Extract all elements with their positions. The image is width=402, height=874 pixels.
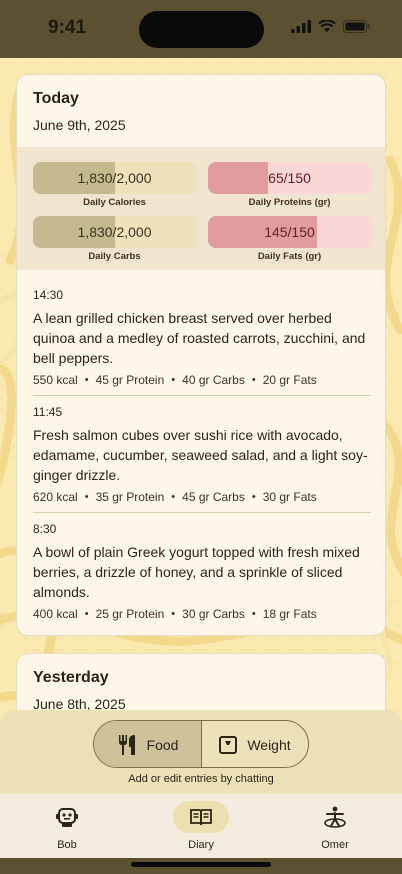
fats-value: 145/150 [264,224,315,240]
status-time: 9:41 [48,17,87,38]
entry-time: 11:45 [33,405,63,419]
entry-composer: Food Weight Add or edit entries by chatt… [0,710,402,794]
separator-dot: • [84,491,89,503]
entry-kcal: 400 kcal [33,607,78,621]
entry-fats: 20 gr Fats [262,373,317,387]
carbs-stat: 1,830/2,000 Daily Carbs [33,216,196,262]
entry-kcal: 550 kcal [33,373,78,387]
robot-icon [56,808,78,827]
nav-item-diary[interactable]: Diary [151,794,251,858]
food-segment-button[interactable]: Food [94,721,201,767]
signal-icon [291,20,311,33]
food-segment-label: Food [146,737,179,753]
fats-label: Daily Fats (gr) [257,251,322,262]
separator-dot: • [171,608,176,620]
diary-entry[interactable]: 11:45 Fresh salmon cubes over sushi rice… [33,405,371,504]
separator-dot: • [84,608,89,620]
battery-icon [343,20,370,33]
separator-dot: • [171,374,176,386]
entry-macros: 550 kcal • 45 gr Protein • 40 gr Carbs •… [33,373,371,387]
separator-dot: • [251,491,256,503]
entry-kcal: 620 kcal [33,490,78,504]
proteins-progress-bar: 65/150 [208,162,371,194]
nav-label-omer: Omer [321,839,349,851]
wifi-icon [318,20,336,32]
separator-dot: • [251,374,256,386]
entry-time: 8:30 [33,522,57,536]
proteins-stat: 65/150 Daily Proteins (gr) [208,162,371,208]
nav-item-bob[interactable]: Bob [17,794,117,858]
carbs-value: 1,830/2,000 [77,224,152,240]
separator-dot: • [251,608,256,620]
entry-time: 14:30 [33,288,64,302]
calories-stat: 1,830/2,000 Daily Calories [33,162,196,208]
calories-progress-bar: 1,830/2,000 [33,162,196,194]
entry-divider [33,512,371,513]
entry-fats: 18 gr Fats [262,607,317,621]
bottom-navigation: Bob Diary Omer [0,794,402,858]
separator-dot: • [84,374,89,386]
nav-item-omer[interactable]: Omer [285,794,385,858]
separator-dot: • [171,491,176,503]
scale-icon [219,736,238,754]
entry-fats: 30 gr Fats [262,490,317,504]
carbs-label: Daily Carbs [88,251,141,262]
proteins-value: 65/150 [268,170,311,186]
entry-description: A bowl of plain Greek yogurt topped with… [33,544,360,600]
daily-stats: 1,830/2,000 Daily Calories 65/150 Daily … [17,147,385,270]
entry-divider [33,395,371,396]
entry-protein: 35 gr Protein [95,490,165,504]
entry-protein: 45 gr Protein [95,373,165,387]
composer-hint: Add or edit entries by chatting [128,773,274,785]
entry-carbs: 45 gr Carbs [182,490,245,504]
status-icons [291,20,370,33]
entry-macros: 400 kcal • 25 gr Protein • 30 gr Carbs •… [33,607,371,621]
fork-knife-icon [118,735,135,755]
weight-segment-button[interactable]: Weight [201,721,308,767]
proteins-label: Daily Proteins (gr) [248,197,331,208]
calories-label: Daily Calories [83,197,146,208]
status-bar: 9:41 [0,0,402,58]
entry-description: A lean grilled chicken breast served ove… [33,310,366,366]
today-card: Today June 9th, 2025 1,830/2,000 Daily C… [16,74,386,636]
entry-carbs: 30 gr Carbs [182,607,245,621]
fats-progress-bar: 145/150 [208,216,371,248]
entry-macros: 620 kcal • 35 gr Protein • 45 gr Carbs •… [33,490,371,504]
entry-carbs: 40 gr Carbs [182,373,245,387]
dynamic-island [139,11,264,48]
diary-entry[interactable]: 8:30 A bowl of plain Greek yogurt topped… [33,522,371,621]
home-indicator-area [0,858,402,874]
nav-label-diary: Diary [188,839,214,851]
home-indicator [131,862,271,867]
weight-segment-label: Weight [247,737,291,753]
yesterday-title: Yesterday [33,669,109,686]
entry-description: Fresh salmon cubes over sushi rice with … [33,427,368,483]
today-title: Today [33,90,79,107]
nav-label-bob: Bob [57,839,77,851]
diary-entry[interactable]: 14:30 A lean grilled chicken breast serv… [33,288,371,387]
book-icon [190,809,212,826]
fats-stat: 145/150 Daily Fats (gr) [208,216,371,262]
carbs-progress-bar: 1,830/2,000 [33,216,196,248]
calories-value: 1,830/2,000 [77,170,152,186]
today-date: June 9th, 2025 [33,117,126,133]
person-icon [324,806,346,828]
entry-type-selector: Food Weight [93,720,309,768]
entry-protein: 25 gr Protein [95,607,165,621]
